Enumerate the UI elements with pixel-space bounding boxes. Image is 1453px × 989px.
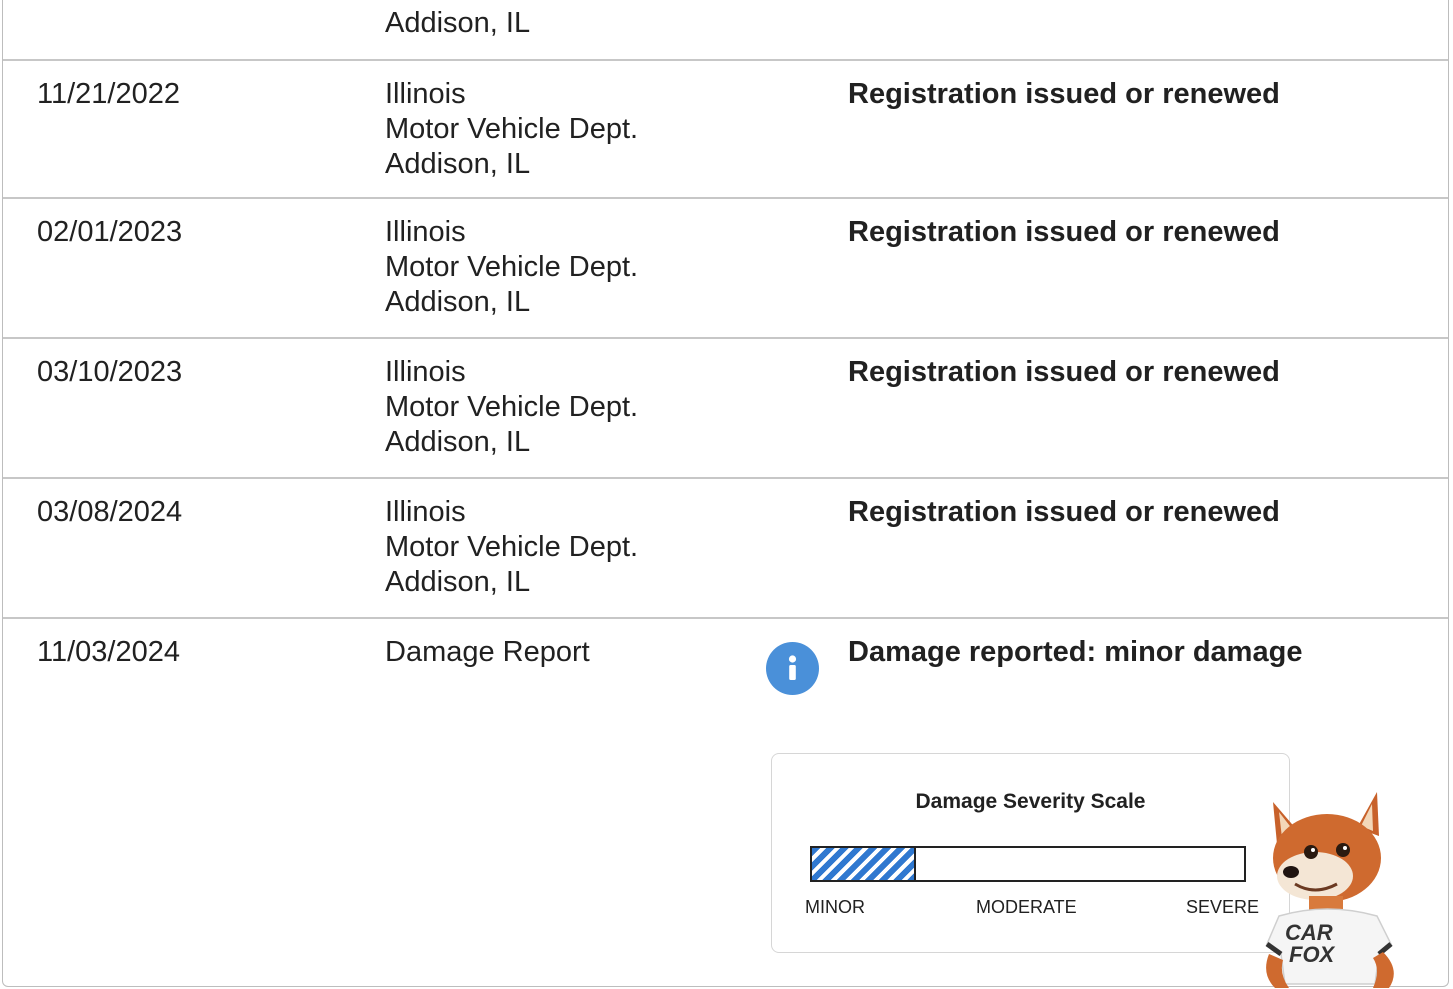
source-line: Illinois: [385, 356, 466, 388]
fox-nose: [1283, 866, 1299, 878]
label-moderate: MODERATE: [976, 897, 1077, 917]
table-row: 03/10/2023 Illinois Motor Vehicle Dept. …: [3, 337, 1448, 479]
carfox-mascot: CAR FOX: [1265, 792, 1394, 988]
row-date: 02/01/2023: [37, 216, 183, 248]
info-glyph: [788, 655, 797, 680]
info-icon[interactable]: [766, 642, 819, 695]
row-comment: Damage reported: minor damage: [848, 636, 1303, 668]
source-line: Addison, IL: [385, 566, 531, 598]
fox-shirt-text-2: FOX: [1289, 942, 1336, 967]
source-location-fragment: Addison, IL: [385, 7, 531, 39]
source-line: Damage Report: [385, 636, 590, 668]
source-line: Addison, IL: [385, 148, 531, 180]
source-line: Motor Vehicle Dept.: [385, 391, 639, 423]
row-source: Illinois Motor Vehicle Dept. Addison, IL: [385, 77, 638, 182]
row-date: 03/08/2024: [37, 496, 183, 528]
source-line: Illinois: [385, 216, 466, 248]
row-source: Illinois Motor Vehicle Dept. Addison, IL: [385, 495, 638, 600]
label-severe: SEVERE: [1186, 897, 1260, 917]
damage-severity-scale: Damage Severity Scale MINOR MODERATE SEV…: [771, 753, 1290, 953]
source-line: Illinois: [385, 496, 466, 528]
table-row: 11/21/2022 Illinois Motor Vehicle Dept. …: [3, 59, 1448, 199]
source-line: Illinois: [385, 78, 466, 110]
row-source: Illinois Motor Vehicle Dept. Addison, IL: [385, 215, 638, 320]
table-row: 03/08/2024 Illinois Motor Vehicle Dept. …: [3, 477, 1448, 619]
table-row: 02/01/2023 Illinois Motor Vehicle Dept. …: [3, 197, 1448, 339]
fox-eye-left: [1304, 845, 1318, 859]
row-comment: Registration issued or renewed: [848, 356, 1280, 388]
source-line: Motor Vehicle Dept.: [385, 113, 639, 145]
source-line: Motor Vehicle Dept.: [385, 531, 639, 563]
row-date: 11/21/2022: [37, 78, 180, 110]
row-source: Damage Report: [385, 635, 590, 670]
source-line: Addison, IL: [385, 286, 531, 318]
fox-eye-right: [1336, 843, 1350, 857]
row-source: Illinois Motor Vehicle Dept. Addison, IL: [385, 355, 638, 460]
scale-title: Damage Severity Scale: [915, 790, 1146, 813]
row-comment: Registration issued or renewed: [848, 216, 1280, 248]
row-comment: Registration issued or renewed: [848, 78, 1280, 110]
source-line: Motor Vehicle Dept.: [385, 251, 639, 283]
label-minor: MINOR: [805, 897, 865, 917]
severity-fill: [812, 848, 916, 880]
row-date: 03/10/2023: [37, 356, 183, 388]
row-comment: Registration issued or renewed: [848, 496, 1280, 528]
source-line: Addison, IL: [385, 426, 531, 458]
severity-bar: [810, 846, 1246, 882]
row-date: 11/03/2024: [37, 636, 180, 668]
